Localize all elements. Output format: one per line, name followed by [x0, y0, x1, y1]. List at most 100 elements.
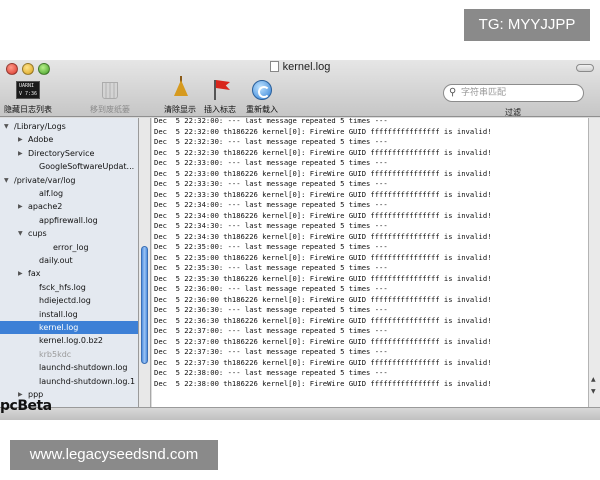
- filter-label: 过滤: [505, 108, 521, 117]
- log-line: Dec 5 22:38:00: --- last message repeate…: [154, 368, 388, 377]
- sidebar-item[interactable]: launchd-shutdown.log.1: [0, 375, 138, 388]
- log-line: Dec 5 22:33:30: --- last message repeate…: [154, 179, 388, 188]
- toolbar-toggle-button[interactable]: [576, 64, 594, 72]
- log-line: Dec 5 22:33:00: --- last message repeate…: [154, 158, 388, 167]
- sidebar-item[interactable]: hdiejectd.log: [0, 294, 138, 307]
- log-line: Dec 5 22:35:30: --- last message repeate…: [154, 263, 388, 272]
- scroll-down-arrow-icon[interactable]: ▼: [591, 388, 596, 395]
- disclosure-closed-icon[interactable]: ▶: [18, 267, 23, 280]
- sidebar-item-label: fsck_hfs.log: [39, 282, 86, 292]
- log-line: Dec 5 22:32:00: --- last message repeate…: [154, 118, 388, 125]
- document-icon: [269, 61, 279, 72]
- scrollbar-thumb[interactable]: [141, 246, 148, 364]
- disclosure-open-icon[interactable]: ▼: [4, 120, 9, 133]
- sidebar-item-label: appfirewall.log: [39, 215, 98, 225]
- sidebar-item-label: /Library/Logs: [14, 122, 66, 131]
- sidebar-item-label: launchd-shutdown.log.1: [39, 376, 136, 386]
- log-line: Dec 5 22:36:30 th186226 kernel[0]: FireW…: [154, 315, 492, 325]
- status-bar: [0, 407, 600, 420]
- sidebar-item[interactable]: ▶ DirectoryService: [0, 147, 138, 160]
- sidebar-item-label: launchd-shutdown.log: [39, 363, 128, 373]
- log-line: Dec 5 22:37:00: --- last message repeate…: [154, 326, 388, 335]
- sidebar-item[interactable]: kernel.log.0.bz2: [0, 334, 138, 347]
- scroll-up-arrow-icon[interactable]: ▲: [591, 376, 596, 383]
- log-line: Dec 5 22:36:00: --- last message repeate…: [154, 284, 388, 293]
- sidebar-item-label: install.log: [39, 309, 78, 319]
- sidebar-item[interactable]: appfirewall.log: [0, 214, 138, 227]
- log-vertical-scrollbar[interactable]: ▲ ▼: [588, 118, 600, 407]
- insert-marker-button[interactable]: 插入标志: [200, 80, 240, 116]
- disclosure-closed-icon[interactable]: ▶: [18, 133, 23, 146]
- log-line: Dec 5 22:35:00 th186226 kernel[0]: FireW…: [154, 252, 492, 262]
- reload-label: 重新载入: [246, 105, 278, 114]
- flag-pole: [214, 80, 216, 100]
- watermark-bottom-label: www.legacyseedsnd.com: [10, 440, 218, 470]
- sidebar-item[interactable]: install.log: [0, 308, 138, 321]
- sidebar-item[interactable]: fsck_hfs.log: [0, 281, 138, 294]
- broom-icon: [174, 80, 188, 96]
- sidebar-item[interactable]: krb5kdc: [0, 348, 138, 361]
- move-to-trash-label: 移到废纸篓: [90, 105, 130, 114]
- sidebar-item[interactable]: daily.out: [0, 254, 138, 267]
- log-line: Dec 5 22:34:30: --- last message repeate…: [154, 221, 388, 230]
- sidebar-item-label: krb5kdc: [39, 349, 72, 359]
- sidebar-item-label: /private/var/log: [14, 175, 76, 185]
- log-list-sidebar[interactable]: ▼ /Library/Logs ▶ Adobe ▶ DirectoryService Goo…: [0, 118, 139, 407]
- sidebar-item[interactable]: error_log: [0, 241, 138, 254]
- sidebar-item[interactable]: ▶ apache2: [0, 200, 138, 213]
- log-line: Dec 5 22:36:30: --- last message repeate…: [154, 305, 388, 314]
- sidebar-item-label: error_log: [53, 242, 89, 252]
- log-line: Dec 5 22:38:00 th186226 kernel[0]: FireW…: [154, 378, 492, 388]
- sidebar-item-label: hdiejectd.log: [39, 296, 91, 306]
- sidebar-item-label: cups: [28, 229, 47, 239]
- sidebar-item-label: GoogleSoftwareUpdat...: [39, 162, 135, 172]
- search-input[interactable]: [461, 86, 579, 100]
- sidebar-item[interactable]: ▼ /Library/Logs: [0, 120, 138, 133]
- sidebar-item-label: daily.out: [39, 256, 73, 265]
- reload-icon: [252, 80, 272, 100]
- log-line: Dec 5 22:37:00 th186226 kernel[0]: FireW…: [154, 336, 492, 346]
- log-line: Dec 5 22:34:00 th186226 kernel[0]: FireW…: [154, 210, 492, 220]
- log-line: Dec 5 22:36:00 th186226 kernel[0]: FireW…: [154, 294, 492, 304]
- sidebar-item[interactable]: GoogleSoftwareUpdat...: [0, 160, 138, 173]
- log-content[interactable]: Dec 5 22:32:00: --- last message repeate…: [152, 118, 588, 407]
- sidebar-item-label: Adobe: [28, 135, 54, 145]
- log-line: Dec 5 22:37:30: --- last message repeate…: [154, 347, 388, 356]
- sidebar-item-label: alf.log: [39, 189, 64, 198]
- log-line: Dec 5 22:34:00: --- last message repeate…: [154, 200, 388, 209]
- log-line: Dec 5 22:35:30 th186226 kernel[0]: FireW…: [154, 273, 492, 283]
- search-icon: ⚲: [449, 87, 457, 98]
- console-icon: UARNI V 7:36: [16, 81, 40, 99]
- move-to-trash-button[interactable]: 移到废纸篓: [84, 80, 136, 116]
- console-window: kernel.log UARNI V 7:36 隐藏日志列表 移到废纸篓 清除显…: [0, 60, 600, 420]
- sidebar-item-label: fax: [28, 269, 41, 279]
- sidebar-item[interactable]: ▼ cups: [0, 227, 138, 240]
- sidebar-item[interactable]: launchd-shutdown.log: [0, 361, 138, 374]
- disclosure-closed-icon[interactable]: ▶: [18, 200, 23, 213]
- sidebar-item-label: kernel.log.0.bz2: [39, 336, 103, 346]
- disclosure-closed-icon[interactable]: ▶: [18, 147, 23, 160]
- sidebar-item[interactable]: kernel.log: [0, 321, 138, 334]
- console-icon-text: UARNI V 7:36: [19, 83, 38, 97]
- sidebar-scrollbar[interactable]: [139, 118, 151, 407]
- window-title-text: kernel.log: [282, 61, 331, 73]
- flag-icon: [216, 80, 230, 90]
- sidebar-item[interactable]: alf.log: [0, 187, 138, 200]
- sidebar-item[interactable]: ▶ fax: [0, 267, 138, 280]
- watermark-top-label: TG: MYYJJPP: [464, 9, 590, 41]
- log-line: Dec 5 22:35:00: --- last message repeate…: [154, 242, 388, 251]
- disclosure-open-icon[interactable]: ▼: [4, 174, 9, 187]
- disclosure-open-icon[interactable]: ▼: [18, 227, 23, 240]
- hide-log-list-button[interactable]: UARNI V 7:36 隐藏日志列表: [2, 80, 54, 116]
- clear-display-button[interactable]: 清除显示: [160, 76, 200, 116]
- reload-button[interactable]: 重新载入: [242, 80, 282, 116]
- insert-marker-label: 插入标志: [204, 105, 236, 114]
- log-line: Dec 5 22:32:30 th186226 kernel[0]: FireW…: [154, 147, 492, 157]
- search-field[interactable]: ⚲: [443, 84, 584, 102]
- sidebar-item[interactable]: ▶ Adobe: [0, 133, 138, 146]
- sidebar-item[interactable]: ▼ /private/var/log: [0, 174, 138, 187]
- sidebar-item-label: DirectoryService: [28, 148, 95, 158]
- toolbar: kernel.log UARNI V 7:36 隐藏日志列表 移到废纸篓 清除显…: [0, 60, 600, 117]
- log-line: Dec 5 22:32:00 th186226 kernel[0]: FireW…: [154, 126, 492, 136]
- hide-log-list-label: 隐藏日志列表: [4, 105, 52, 114]
